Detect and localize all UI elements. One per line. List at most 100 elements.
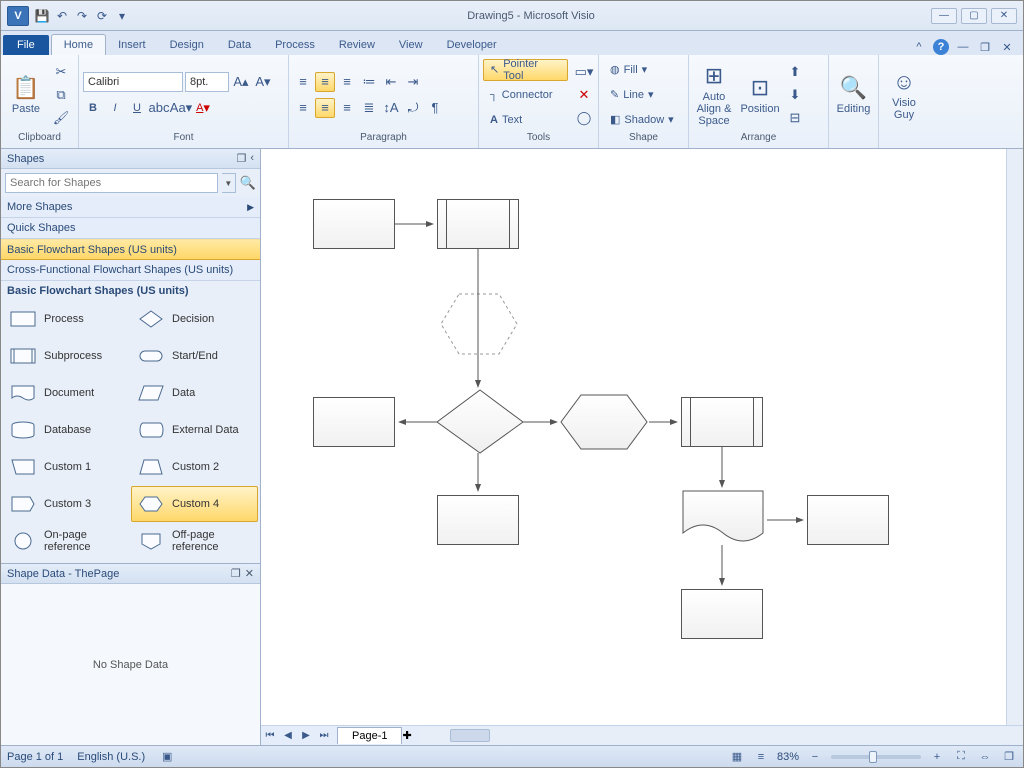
shape-custom4[interactable]: Custom 4 — [131, 486, 258, 522]
cross-functional-row[interactable]: Cross-Functional Flowchart Shapes (US un… — [1, 260, 260, 281]
tab-home[interactable]: Home — [51, 34, 106, 55]
vertical-scrollbar[interactable] — [1006, 149, 1023, 725]
search-icon[interactable]: 🔍 — [240, 175, 256, 191]
shape-custom1[interactable]: Custom 1 — [3, 449, 130, 485]
redo-icon[interactable]: ↷ — [73, 7, 91, 25]
tab-review[interactable]: Review — [327, 35, 387, 55]
shapes-window-icon[interactable]: ❐ — [236, 152, 246, 165]
ellipse-tool-icon[interactable]: ◯ — [574, 108, 594, 128]
zoom-in-icon[interactable]: + — [929, 749, 945, 765]
align-top-icon[interactable]: ≡ — [293, 72, 313, 92]
quick-shapes-row[interactable]: Quick Shapes — [1, 218, 260, 239]
strikethrough-icon[interactable]: abc — [149, 98, 169, 118]
align-middle-icon[interactable]: ≡ — [315, 72, 335, 92]
shape-external-data[interactable]: External Data — [131, 412, 258, 448]
font-size-combo[interactable]: 8pt. — [185, 72, 229, 92]
text-tool-button[interactable]: AText — [483, 109, 568, 131]
zoom-out-icon[interactable]: − — [807, 749, 823, 765]
paragraph-spacing-icon[interactable]: ¶ — [425, 98, 445, 118]
horizontal-scrollbar[interactable] — [420, 727, 1023, 744]
repeat-icon[interactable]: ⟳ — [93, 7, 111, 25]
search-dropdown-icon[interactable]: ▼ — [222, 173, 236, 193]
align-bottom-icon[interactable]: ≡ — [337, 72, 357, 92]
connector-tool-button[interactable]: ┐Connector — [483, 84, 568, 106]
shape-custom2[interactable]: Custom 2 — [131, 449, 258, 485]
shadow-button[interactable]: ◧Shadow▾ — [603, 109, 681, 131]
shape-subprocess[interactable]: Subprocess — [3, 338, 130, 374]
window-min-icon[interactable]: — — [955, 39, 971, 55]
close-button[interactable]: ✕ — [991, 8, 1017, 24]
shapedata-close-icon[interactable]: ✕ — [245, 567, 254, 580]
shrink-font-icon[interactable]: A▾ — [253, 72, 273, 92]
page-tab[interactable]: Page-1 — [337, 727, 402, 744]
minimize-button[interactable]: — — [931, 8, 957, 24]
prev-page-icon[interactable]: ◀ — [279, 727, 297, 745]
fit-page-icon[interactable]: ⛶ — [953, 749, 969, 765]
help-icon[interactable]: ? — [933, 39, 949, 55]
editing-button[interactable]: 🔍Editing — [833, 73, 874, 117]
search-input[interactable] — [5, 173, 218, 193]
decrease-indent-icon[interactable]: ⇤ — [381, 72, 401, 92]
justify-icon[interactable]: ≣ — [359, 98, 379, 118]
presentation-icon[interactable]: ▦ — [729, 749, 745, 765]
format-painter-icon[interactable]: 🖌 — [51, 108, 71, 128]
shape-document[interactable]: Document — [3, 375, 130, 411]
position-button[interactable]: ⊡Position — [739, 73, 781, 117]
shape-offpage[interactable]: Off-page reference — [131, 523, 258, 559]
zoom-slider[interactable] — [831, 755, 921, 759]
align-right-icon[interactable]: ≡ — [337, 98, 357, 118]
pointer-tool-button[interactable]: ↖Pointer Tool — [483, 59, 568, 81]
bullets-icon[interactable]: ≔ — [359, 72, 379, 92]
text-direction-icon[interactable]: ↕A — [381, 98, 401, 118]
align-left-icon[interactable]: ≡ — [293, 98, 313, 118]
shape-process[interactable]: Process — [3, 301, 130, 337]
bring-front-icon[interactable]: ⬆ — [785, 62, 805, 82]
window-restore-icon[interactable]: ❐ — [977, 39, 993, 55]
rectangle-tool-icon[interactable]: ▭▾ — [574, 62, 594, 82]
group-icon[interactable]: ⊟ — [785, 108, 805, 128]
minimize-ribbon-icon[interactable]: ^ — [911, 39, 927, 55]
send-back-icon[interactable]: ⬇ — [785, 85, 805, 105]
line-button[interactable]: ✎Line▾ — [603, 84, 681, 106]
text-effects-icon[interactable]: Aa▾ — [171, 98, 191, 118]
tab-process[interactable]: Process — [263, 35, 327, 55]
align-center-icon[interactable]: ≡ — [315, 98, 335, 118]
basic-flowchart-row[interactable]: Basic Flowchart Shapes (US units) — [1, 239, 260, 260]
drawing-canvas[interactable] — [261, 149, 1006, 725]
shape-custom3[interactable]: Custom 3 — [3, 486, 130, 522]
grow-font-icon[interactable]: A▴ — [231, 72, 251, 92]
tab-insert[interactable]: Insert — [106, 35, 158, 55]
shape-onpage[interactable]: On-page reference — [3, 523, 130, 559]
copy-icon[interactable]: ⧉ — [51, 85, 71, 105]
visio-guy-button[interactable]: ☺Visio Guy — [883, 67, 925, 123]
delete-icon[interactable]: ✕ — [574, 85, 594, 105]
page-indicator[interactable]: Page 1 of 1 — [7, 751, 63, 763]
first-page-icon[interactable]: ⏮ — [261, 727, 279, 745]
auto-align-button[interactable]: ⊞Auto Align & Space — [693, 61, 735, 129]
file-tab[interactable]: File — [3, 35, 49, 55]
increase-indent-icon[interactable]: ⇥ — [403, 72, 423, 92]
customize-qat-icon[interactable]: ▾ — [113, 7, 131, 25]
fill-button[interactable]: ◍Fill▾ — [603, 59, 681, 81]
window-close-icon[interactable]: ✕ — [999, 39, 1015, 55]
bold-icon[interactable]: B — [83, 98, 103, 118]
cut-icon[interactable]: ✂ — [51, 62, 71, 82]
underline-icon[interactable]: U — [127, 98, 147, 118]
more-shapes-row[interactable]: More Shapes▶ — [1, 197, 260, 218]
last-page-icon[interactable]: ⏭ — [315, 727, 333, 745]
undo-icon[interactable]: ↶ — [53, 7, 71, 25]
font-color-icon[interactable]: A▾ — [193, 98, 213, 118]
shape-decision[interactable]: Decision — [131, 301, 258, 337]
paste-button[interactable]: 📋Paste — [5, 73, 47, 117]
save-icon[interactable]: 💾 — [33, 7, 51, 25]
tab-design[interactable]: Design — [158, 35, 216, 55]
tab-view[interactable]: View — [387, 35, 435, 55]
shapes-collapse-icon[interactable]: ‹ — [250, 152, 254, 165]
shapedata-window-icon[interactable]: ❐ — [231, 567, 241, 580]
maximize-button[interactable]: ▢ — [961, 8, 987, 24]
tab-data[interactable]: Data — [216, 35, 263, 55]
shape-startend[interactable]: Start/End — [131, 338, 258, 374]
zoom-value[interactable]: 83% — [777, 751, 799, 763]
tab-developer[interactable]: Developer — [435, 35, 509, 55]
macro-recording-icon[interactable]: ▣ — [159, 749, 175, 765]
